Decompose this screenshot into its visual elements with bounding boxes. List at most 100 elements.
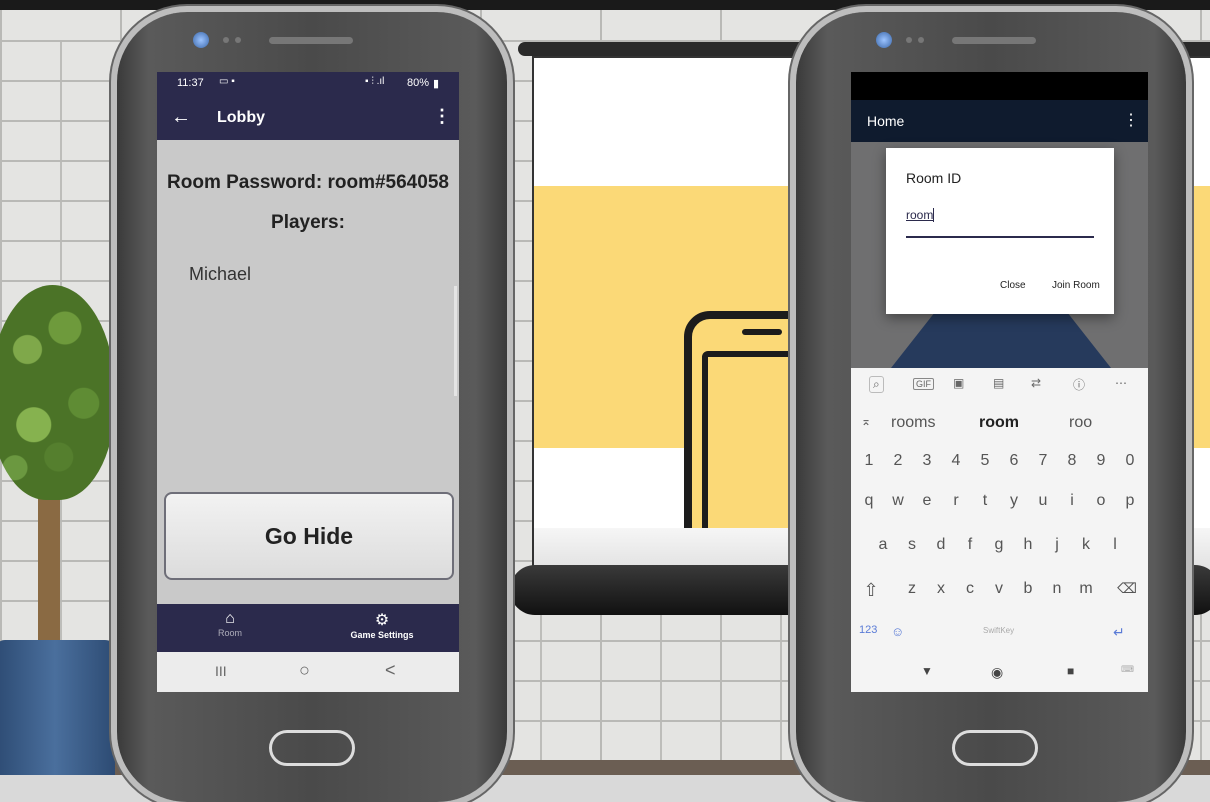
go-hide-button[interactable]: Go Hide xyxy=(164,492,454,580)
key[interactable]: 8 xyxy=(1058,452,1086,470)
key[interactable]: 4 xyxy=(942,452,970,470)
home-icon: ⌂ xyxy=(225,610,235,627)
sensor-dot xyxy=(918,37,924,43)
mode-switch-key[interactable]: 123 xyxy=(859,624,877,636)
key[interactable]: a xyxy=(869,536,897,554)
suggestion-item[interactable]: room xyxy=(979,414,1019,432)
key[interactable]: 5 xyxy=(971,452,999,470)
key[interactable]: i xyxy=(1058,492,1086,510)
key[interactable]: g xyxy=(985,536,1013,554)
recent-apps-icon[interactable]: ■ xyxy=(1067,664,1074,678)
left-phone: 11:37 ▭ ▪ ▪ ⫶ .ıl 80% ▮ ← Lobby ⋮ Room P… xyxy=(117,12,507,802)
key[interactable]: h xyxy=(1014,536,1042,554)
home-button-icon[interactable]: ◉ xyxy=(991,664,1003,681)
suggestion-item[interactable]: roo xyxy=(1069,414,1092,432)
key[interactable]: l xyxy=(1101,536,1129,554)
search-icon[interactable]: ⌕ xyxy=(869,376,884,393)
key[interactable]: 6 xyxy=(1000,452,1028,470)
back-arrow-icon[interactable]: ← xyxy=(171,106,191,129)
translate-icon[interactable]: ⇄ xyxy=(1031,376,1041,390)
suggestion-item[interactable]: rooms xyxy=(891,414,935,432)
key[interactable]: s xyxy=(898,536,926,554)
collapse-icon[interactable]: ⌅ xyxy=(861,414,871,428)
key[interactable]: v xyxy=(985,580,1013,598)
top-border xyxy=(0,0,1210,10)
key[interactable]: w xyxy=(884,492,912,510)
key[interactable]: 1 xyxy=(855,452,883,470)
app-bar: Home ⋮ xyxy=(851,100,1148,142)
key[interactable]: u xyxy=(1029,492,1057,510)
overflow-menu-icon[interactable]: ⋮ xyxy=(1123,110,1139,130)
recent-apps-icon[interactable]: III xyxy=(215,663,227,679)
system-navigation-bar: III ○ < xyxy=(157,652,459,692)
key[interactable]: e xyxy=(913,492,941,510)
key[interactable]: f xyxy=(956,536,984,554)
notification-icons: ▭ ▪ xyxy=(219,76,235,87)
clipboard-icon[interactable]: ▤ xyxy=(993,376,1004,390)
battery-icon: ▮ xyxy=(433,78,440,90)
gif-icon[interactable]: GIF xyxy=(913,378,934,390)
status-time: 11:37 xyxy=(177,77,204,89)
key[interactable]: n xyxy=(1043,580,1071,598)
key[interactable]: t xyxy=(971,492,999,510)
key[interactable]: m xyxy=(1072,580,1100,598)
sensor-dot xyxy=(223,37,229,43)
shift-key-icon[interactable]: ⇧ xyxy=(857,580,885,601)
room-id-input-value: room xyxy=(906,208,934,222)
nav-item-room[interactable]: ⌂ Room xyxy=(175,610,285,638)
key[interactable]: x xyxy=(927,580,955,598)
key[interactable]: b xyxy=(1014,580,1042,598)
more-icon[interactable]: ⋯ xyxy=(1115,376,1127,390)
back-button-icon[interactable]: < xyxy=(385,660,396,681)
nav-item-game-settings[interactable]: ⚙ Game Settings xyxy=(327,610,437,640)
physical-home-button xyxy=(269,730,355,766)
app-bar: ← Lobby ⋮ xyxy=(157,96,459,140)
spacebar[interactable]: SwiftKey xyxy=(983,626,1014,635)
key[interactable]: c xyxy=(956,580,984,598)
tablet-speaker-slot xyxy=(742,329,782,335)
gear-icon: ⚙ xyxy=(374,612,390,629)
earpiece-speaker xyxy=(269,37,353,44)
backspace-key-icon[interactable]: ⌫ xyxy=(1113,580,1141,597)
player-list-item: Michael xyxy=(189,264,252,284)
battery-percent: 80% xyxy=(407,77,430,89)
key[interactable]: 9 xyxy=(1087,452,1115,470)
key[interactable]: d xyxy=(927,536,955,554)
hide-keyboard-icon[interactable]: ▼ xyxy=(921,664,933,678)
info-icon[interactable]: ⓘ xyxy=(1073,376,1085,393)
front-camera-icon xyxy=(193,32,209,48)
sticker-icon[interactable]: ▣ xyxy=(953,376,964,390)
page-title: Lobby xyxy=(217,109,265,126)
key[interactable]: 7 xyxy=(1029,452,1057,470)
key[interactable]: y xyxy=(1000,492,1028,510)
key[interactable]: q xyxy=(855,492,883,510)
key[interactable]: k xyxy=(1072,536,1100,554)
key[interactable]: o xyxy=(1087,492,1115,510)
players-heading: Players: xyxy=(271,212,345,233)
home-button-icon[interactable]: ○ xyxy=(299,660,310,681)
keyboard-toolbar: ⌕ GIF ▣ ▤ ⇄ ⓘ ⋯ xyxy=(851,368,1148,402)
bottom-navigation: ⌂ Room ⚙ Game Settings xyxy=(157,604,459,652)
enter-key-icon[interactable]: ↵ xyxy=(1113,624,1125,641)
soft-keyboard: ⌕ GIF ▣ ▤ ⇄ ⓘ ⋯ ⌅ rooms room roo 1 2 3 4… xyxy=(851,368,1148,692)
overflow-menu-icon[interactable]: ⋮ xyxy=(433,106,451,127)
page-title: Home xyxy=(867,113,905,129)
key[interactable]: p xyxy=(1116,492,1144,510)
emoji-icon[interactable]: ☺ xyxy=(891,624,904,639)
keyboard-switch-icon[interactable]: ⌨ xyxy=(1121,664,1134,675)
key[interactable]: 0 xyxy=(1116,452,1144,470)
nav-item-room-label: Room xyxy=(217,628,242,638)
key[interactable]: r xyxy=(942,492,970,510)
close-button[interactable]: Close xyxy=(1000,280,1026,291)
room-id-input[interactable]: room xyxy=(906,208,1094,238)
home-artwork xyxy=(891,312,1111,368)
scrollbar[interactable] xyxy=(454,286,457,396)
key[interactable]: j xyxy=(1043,536,1071,554)
key[interactable]: 2 xyxy=(884,452,912,470)
signal-icons: ▪ ⫶ .ıl xyxy=(365,76,385,87)
key[interactable]: 3 xyxy=(913,452,941,470)
join-room-button[interactable]: Join Room xyxy=(1052,280,1100,291)
left-phone-display: 11:37 ▭ ▪ ▪ ⫶ .ıl 80% ▮ ← Lobby ⋮ Room P… xyxy=(157,72,459,692)
key[interactable]: z xyxy=(898,580,926,598)
physical-home-button xyxy=(952,730,1038,766)
